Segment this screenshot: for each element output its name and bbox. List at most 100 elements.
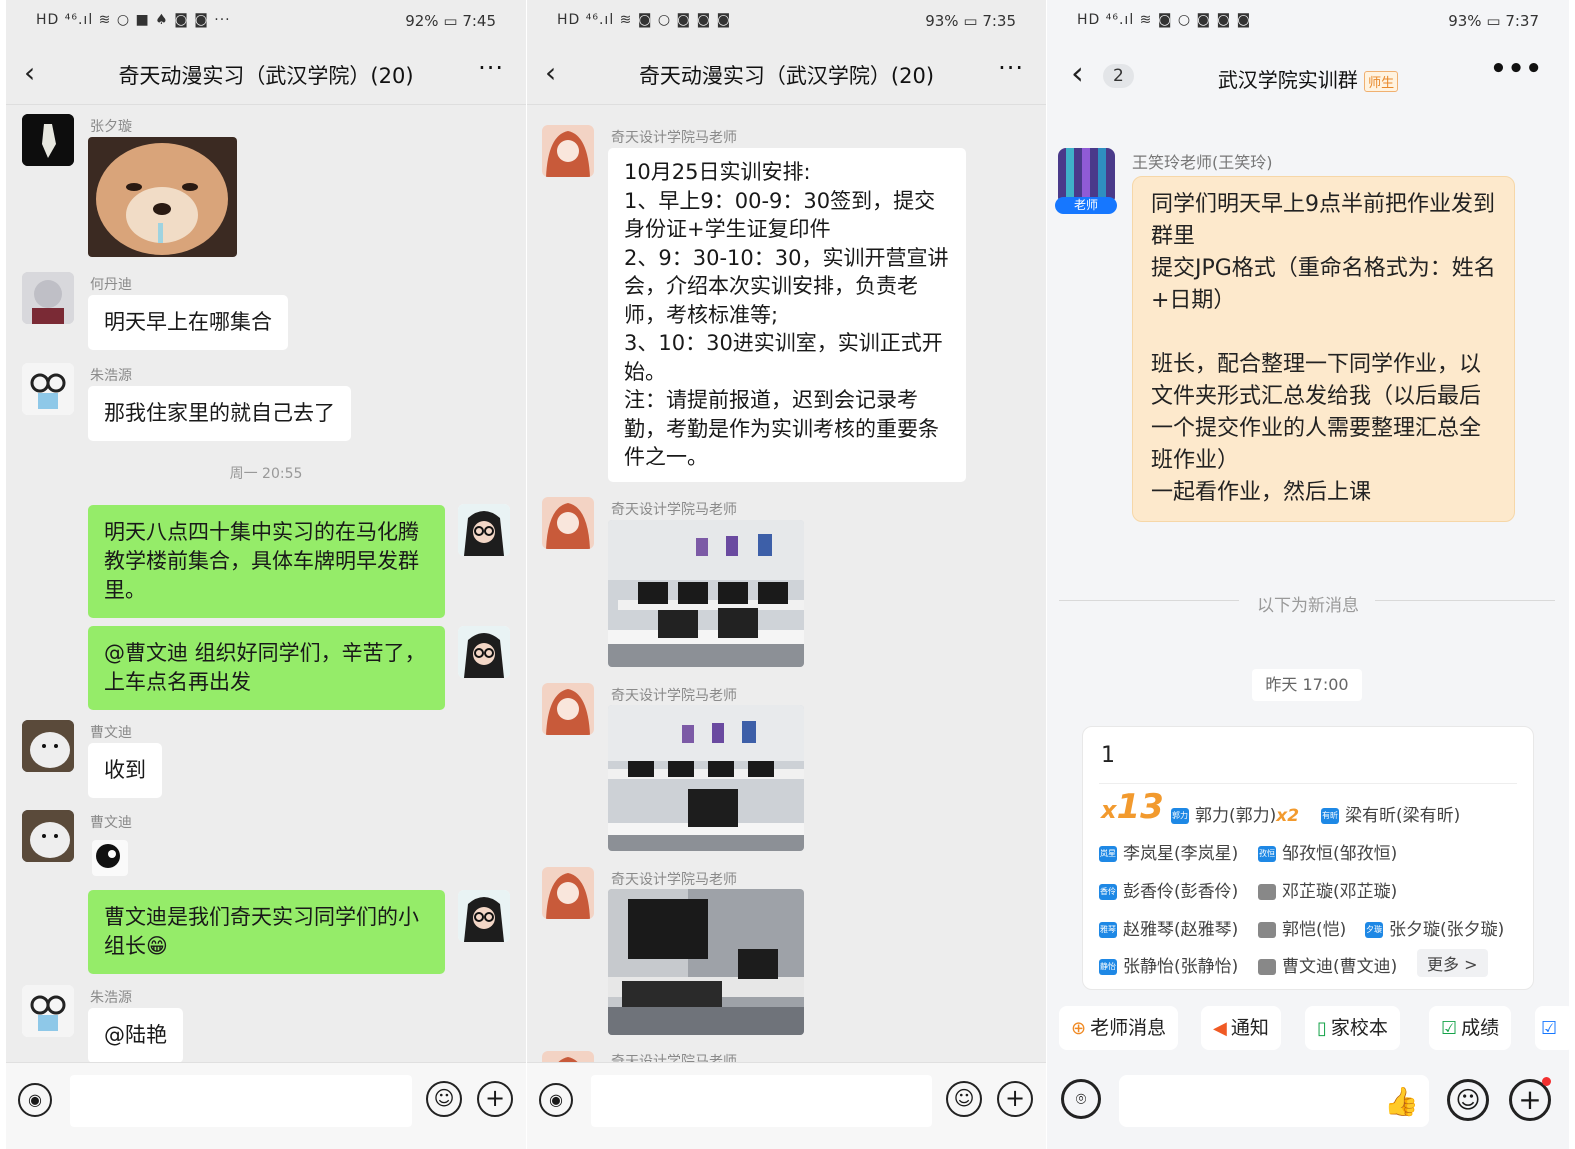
quick-action-grades[interactable]: ☑ 成绩 <box>1429 1006 1512 1050</box>
message-composer: ◉ ☺ + <box>527 1062 1046 1149</box>
status-bar: HD ⁴⁶.ıl ≋ ○ ■ ♠ ◙ ◙ ··· 92% ▭ 7:45 <box>36 12 496 36</box>
battery-level: 92% <box>405 12 439 30</box>
message-bubble-self[interactable]: @曹文迪 组织好同学们，辛苦了，上车点名再出发 <box>88 626 445 710</box>
teacher-avatar[interactable] <box>542 497 594 549</box>
sender-name: 奇天设计学院马老师 <box>611 688 737 704</box>
plus-icon[interactable]: + <box>477 1081 513 1117</box>
message-bubble[interactable]: 那我住家里的就自己去了 <box>88 386 351 441</box>
message-bubble[interactable]: 明天早上在哪集合 <box>88 295 288 350</box>
notification-dot <box>1542 1077 1551 1086</box>
avatar[interactable] <box>22 985 74 1037</box>
message-input[interactable] <box>1119 1075 1429 1127</box>
voice-input-icon[interactable]: ◉ <box>18 1083 52 1117</box>
timestamp: 昨天 17:00 <box>1252 669 1362 701</box>
more-options-icon[interactable]: ••• <box>1490 54 1543 84</box>
avatar-image <box>22 810 74 862</box>
teacher-avatar[interactable] <box>542 125 594 177</box>
header-divider <box>6 104 526 105</box>
nav-bar: ‹ 奇天动漫实习（武汉学院）(20) ··· <box>6 48 526 98</box>
sticker-illustration <box>92 840 128 876</box>
user-icon: 香伶 <box>1099 884 1117 900</box>
classroom-photo-2[interactable] <box>608 705 804 851</box>
status-icons: HD ⁴⁶.ıl ≋ ◙ ○ ◙ ◙ ◙ <box>1077 12 1252 28</box>
card-divider <box>1099 783 1517 784</box>
message-bubble[interactable]: @陆艳 <box>88 1008 183 1063</box>
quick-action-home-school-book[interactable]: ▯ 家校本 <box>1305 1006 1400 1050</box>
quick-action-teacher-messages[interactable]: ⊕ 老师消息 <box>1059 1006 1179 1050</box>
sticker-image[interactable] <box>92 840 128 876</box>
signer-item: 邓芷璇(邓芷璇) <box>1258 877 1397 902</box>
sender-name: 何丹迪 <box>90 277 132 293</box>
signer-name: 郭力(郭力) <box>1195 806 1277 826</box>
classroom-photo-1[interactable] <box>608 520 804 667</box>
more-signers-button[interactable]: 更多 > <box>1417 949 1488 977</box>
emoji-icon[interactable]: ☺ <box>426 1081 462 1117</box>
schedule-notice-bubble[interactable]: 10月25日实训安排: 1、早上9：00-9：30签到，提交身份证+学生证复印件… <box>608 148 966 482</box>
status-bar: HD ⁴⁶.ıl ≋ ◙ ○ ◙ ◙ ◙ 93% ▭ 7:37 <box>1077 12 1539 36</box>
quick-action-more[interactable]: ☑ <box>1535 1006 1569 1050</box>
battery-level: 93% <box>925 12 959 30</box>
quick-action-notice[interactable]: ◀ 通知 <box>1201 1006 1281 1050</box>
avatar-image <box>458 504 510 556</box>
microphone-icon[interactable]: ⌾ <box>1061 1079 1101 1119</box>
relay-card[interactable]: 1 x13 郭力 郭力(郭力)x2 有昕 梁有昕(梁有昕) 岚星 李岚星(李岚星) 孜… <box>1082 726 1534 990</box>
teacher-avatar[interactable] <box>542 683 594 735</box>
self-avatar[interactable] <box>458 626 510 678</box>
header-divider <box>527 104 1046 105</box>
message-composer: ◉ ☺ + <box>6 1062 526 1149</box>
avatar-image <box>542 683 594 735</box>
user-icon: 孜恒 <box>1258 846 1276 862</box>
classroom-photo-3[interactable] <box>608 889 804 1035</box>
avatar-image <box>22 272 74 324</box>
count-prefix: x <box>1101 796 1117 824</box>
signer-item: 静怡 张静怡(张静怡) <box>1099 952 1238 977</box>
message-bubble[interactable]: 收到 <box>88 743 162 798</box>
thumbs-up-icon[interactable]: 👍 <box>1384 1085 1419 1118</box>
more-options-icon[interactable]: ··· <box>998 54 1024 82</box>
teacher-message-bubble[interactable]: 同学们明天早上9点半前把作业发到群里 提交JPG格式（重命名格式为：姓名+日期）… <box>1132 176 1515 522</box>
avatar[interactable] <box>22 810 74 862</box>
signer-item: 曹文迪(曹文迪) <box>1258 952 1397 977</box>
signer-name: 李岚星(李岚星) <box>1123 844 1239 864</box>
message-input[interactable] <box>591 1075 932 1127</box>
clock: 7:45 <box>462 12 496 30</box>
signer-item: 岚星 李岚星(李岚星) <box>1099 839 1238 864</box>
dog-illustration <box>88 137 237 257</box>
emoji-icon[interactable]: ☺ <box>946 1081 982 1117</box>
avatar[interactable] <box>22 363 74 415</box>
more-options-icon[interactable]: ··· <box>478 54 504 82</box>
sender-name: 王笑玲老师(王笑玲) <box>1132 153 1273 172</box>
signer-name: 彭香伶(彭香伶) <box>1123 882 1239 902</box>
relay-count: x13 <box>1101 787 1164 827</box>
message-input[interactable] <box>70 1075 412 1127</box>
avatar[interactable] <box>22 114 74 166</box>
voice-input-icon[interactable]: ◉ <box>539 1083 573 1117</box>
signer-item: 香伶 彭香伶(彭香伶) <box>1099 877 1238 902</box>
user-icon: 夕璇 <box>1365 922 1383 938</box>
chat-title: 武汉学院实训群 <box>1217 68 1358 92</box>
signer-name: 曹文迪(曹文迪) <box>1282 957 1398 977</box>
sender-name: 奇天设计学院马老师 <box>611 502 737 518</box>
avatar[interactable] <box>22 720 74 772</box>
check-list-icon: ☑ <box>1541 1018 1558 1039</box>
emoji-icon[interactable]: ☺ <box>1447 1079 1489 1121</box>
message-bubble-self[interactable]: 明天八点四十集中实习的在马化腾教学楼前集合，具体车牌明早发群里。 <box>88 505 445 618</box>
sender-name: 曹文迪 <box>90 725 132 741</box>
avatar[interactable] <box>22 272 74 324</box>
grade-icon: ☑ <box>1441 1018 1458 1039</box>
dog-photo-image[interactable] <box>88 137 237 257</box>
avatar-image <box>542 497 594 549</box>
message-bubble-self[interactable]: 曹文迪是我们奇天实习同学们的小组长😁 <box>88 890 445 974</box>
new-messages-divider-right <box>1375 600 1555 601</box>
sender-name: 朱浩源 <box>90 368 132 384</box>
self-avatar[interactable] <box>458 504 510 556</box>
teacher-avatar[interactable] <box>542 867 594 919</box>
signer-name: 邓芷璇(邓芷璇) <box>1282 882 1398 902</box>
plus-icon[interactable]: + <box>997 1081 1033 1117</box>
signer-item: 有昕 梁有昕(梁有昕) <box>1321 801 1460 826</box>
self-avatar[interactable] <box>458 890 510 942</box>
signer-name: 郭恺(恺) <box>1282 920 1347 940</box>
battery-icon: ▭ <box>963 12 978 30</box>
quick-action-label: 通知 <box>1230 1017 1269 1039</box>
sender-name: 张夕璇 <box>90 119 132 135</box>
